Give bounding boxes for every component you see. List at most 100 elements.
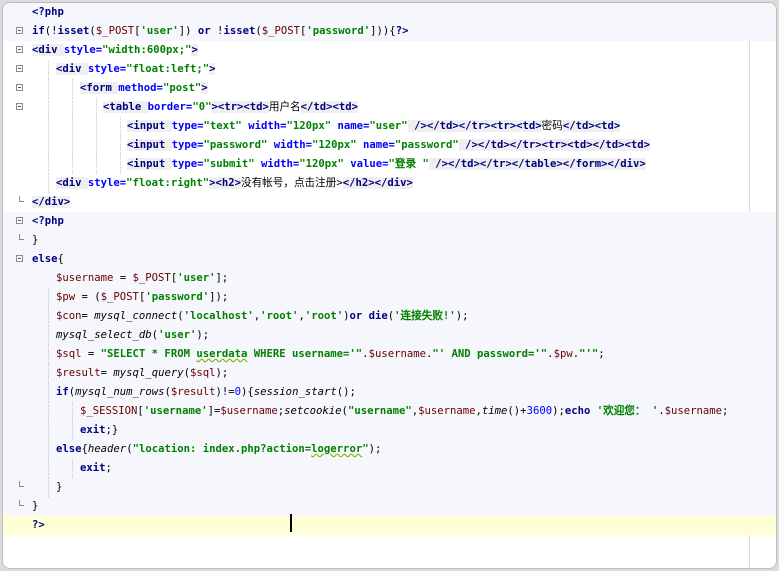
code-line[interactable]: mysql_select_db('user'); [3, 326, 776, 345]
code-token: '欢迎您： ' [590, 405, 659, 417]
code-line[interactable]: <?php [3, 3, 776, 22]
code-token: exit [80, 462, 106, 474]
fold-end-marker-icon [19, 196, 24, 202]
line-text: else{ [32, 250, 64, 269]
code-token: ]= [207, 405, 221, 417]
code-token: = [81, 348, 101, 360]
fold-toggle-icon[interactable] [16, 84, 23, 91]
indent-guide [96, 117, 98, 136]
code-token: </td><td> [300, 101, 359, 113]
code-token: <input [127, 158, 172, 170]
code-line[interactable]: if(mysql_num_rows($result)!=0){session_s… [3, 383, 776, 402]
code-line[interactable]: ?> [3, 516, 776, 535]
code-line[interactable]: <input type="submit" width="120px" value… [3, 155, 776, 174]
code-line[interactable]: } [3, 497, 776, 516]
code-token: border= [147, 101, 193, 113]
fold-toggle-icon[interactable] [16, 65, 23, 72]
code-token: ); [455, 310, 469, 322]
fold-toggle-icon[interactable] [16, 27, 23, 34]
code-line[interactable]: } [3, 478, 776, 497]
indent-guide [48, 402, 50, 421]
code-token: if [32, 25, 45, 37]
code-token: session_start [253, 386, 337, 398]
fold-end-marker-icon [19, 481, 24, 487]
code-token: $sql [189, 367, 216, 379]
code-line[interactable]: $con= mysql_connect('localhost','root','… [3, 307, 776, 326]
code-token: { [57, 253, 64, 265]
code-token: $username [368, 348, 426, 360]
code-token: ; [598, 348, 605, 360]
code-line[interactable]: <form method="post"> [3, 79, 776, 98]
code-token: mysql_num_rows [75, 386, 165, 398]
code-token: logerror [311, 443, 363, 455]
code-line[interactable]: <div style="float:right"><h2>没有帐号，点击注册><… [3, 174, 776, 193]
code-token: 没有帐号，点击注册> [240, 177, 343, 189]
code-token: if [56, 386, 69, 398]
code-line[interactable]: $result= mysql_query($sql); [3, 364, 776, 383]
code-token: else [32, 253, 58, 265]
fold-toggle-icon[interactable] [16, 255, 23, 262]
code-line[interactable]: exit; [3, 459, 776, 478]
indent-guide [48, 155, 50, 174]
code-line[interactable]: exit;} [3, 421, 776, 440]
code-token: <table [103, 101, 148, 113]
code-line[interactable]: else{ [3, 250, 776, 269]
indent-guide [72, 459, 74, 478]
code-token: > [209, 63, 216, 75]
line-text: <input type="text" width="120px" name="u… [127, 117, 621, 136]
indent-guide [48, 421, 50, 440]
code-line[interactable]: $_SESSION['username']=$username;setcooki… [3, 402, 776, 421]
fold-toggle-icon[interactable] [16, 217, 23, 224]
indent-guide [48, 326, 50, 345]
code-token: </td><td> [562, 120, 621, 132]
code-line[interactable]: $sql = "SELECT * FROM userdata WHERE use… [3, 345, 776, 364]
code-line[interactable]: <?php [3, 212, 776, 231]
code-token: mysql_select_db [56, 329, 152, 341]
code-token: 'root' [260, 310, 299, 322]
code-token: type= [171, 139, 204, 151]
fold-toggle-icon[interactable] [16, 103, 23, 110]
code-line[interactable]: <div style="width:600px;"> [3, 41, 776, 60]
indent-guide [48, 117, 50, 136]
code-token: ])){ [370, 25, 396, 37]
fold-toggle-icon[interactable] [16, 46, 23, 53]
code-token: /></td></tr><tr><td> [407, 120, 542, 132]
code-token: $con [56, 310, 82, 322]
code-token: > [201, 82, 208, 94]
code-line[interactable]: else{header("location: index.php?action=… [3, 440, 776, 459]
code-line[interactable]: if(!isset($_POST['user']) or !isset($_PO… [3, 22, 776, 41]
code-token: <?php [32, 6, 64, 18]
code-line[interactable]: <input type="password" width="120px" nam… [3, 136, 776, 155]
code-line[interactable]: <input type="text" width="120px" name="u… [3, 117, 776, 136]
code-token: "text" [203, 120, 242, 132]
code-line[interactable]: <table border="0"><tr><td>用户名</td><td> [3, 98, 776, 117]
code-token: isset [57, 25, 90, 37]
code-token: "width:600px;" [102, 44, 192, 56]
line-text: ?> [32, 516, 45, 535]
indent-guide [72, 155, 74, 174]
code-token: 用户名 [268, 101, 301, 113]
fold-end-marker-icon [19, 500, 24, 506]
code-token: style= [63, 44, 103, 56]
code-line[interactable]: </div> [3, 193, 776, 212]
code-token: 密码 [541, 120, 563, 132]
line-text: exit; [80, 459, 112, 478]
code-token: ]) [178, 25, 198, 37]
code-token: "post" [162, 82, 202, 94]
code-line[interactable]: <div style="float:left;"> [3, 60, 776, 79]
code-token: ?> [32, 519, 45, 531]
code-token: (! [44, 25, 58, 37]
code-token: "username" [347, 405, 412, 417]
code-token: style= [87, 177, 127, 189]
code-line[interactable]: } [3, 231, 776, 250]
code-token: width= [241, 120, 287, 132]
code-line[interactable]: $pw = ($_POST['password']); [3, 288, 776, 307]
code-token: value= [343, 158, 389, 170]
line-text: <?php [32, 3, 64, 22]
code-token: ><h2> [209, 177, 241, 189]
code-token: 'user' [177, 272, 216, 284]
code-token: "password" [203, 139, 268, 151]
code-editor[interactable]: <?php if(!isset($_POST['user']) or !isset… [2, 2, 777, 569]
code-token: } [32, 500, 39, 512]
code-line[interactable]: $username = $_POST['user']; [3, 269, 776, 288]
